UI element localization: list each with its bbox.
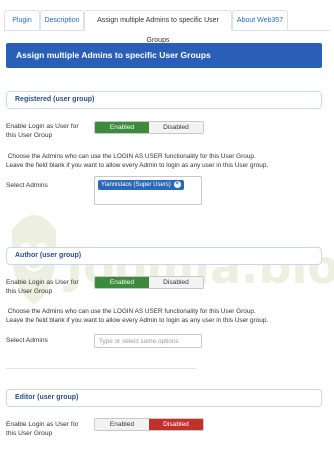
divider [6,368,196,369]
description-line1: Choose the Admins who can use the LOGIN … [7,308,256,315]
tab-bar: Plugin Description Assign multiple Admin… [4,10,330,44]
remove-chip-icon[interactable]: × [173,181,181,188]
tab-about[interactable]: About Web357 [232,10,288,30]
toggle-registered[interactable]: Enabled Disabled [94,121,204,134]
section-header: Assign multiple Admins to specific User … [6,43,322,68]
enable-label-registered: Enable Login as User for this User Group [6,123,79,139]
legend-editor: Editor (user group) [6,389,322,407]
toggle-author[interactable]: Enabled Disabled [94,276,204,289]
toggle-enabled-option[interactable]: Enabled [95,419,149,430]
description-line2: Leave the field blank if you want to all… [6,162,269,169]
select-admins-label: Select Admins [6,337,48,344]
enable-label-author: Enable Login as User for this User Group [6,279,79,295]
toggle-disabled-option[interactable]: Disabled [149,122,203,133]
tab-description[interactable]: Description [40,10,84,30]
tab-assign-admins[interactable]: Assign multiple Admins to specific User … [84,10,232,44]
selected-admin-chip: Yiannistaos (Super Users) × [98,180,184,190]
legend-registered: Registered (user group) [6,91,322,109]
toggle-disabled-option[interactable]: Disabled [149,419,203,430]
toggle-enabled-option[interactable]: Enabled [95,122,149,133]
toggle-disabled-option[interactable]: Disabled [149,277,203,288]
select-admins-registered[interactable]: Yiannistaos (Super Users) × [94,176,202,205]
legend-author: Author (user group) [6,247,322,265]
tab-plugin[interactable]: Plugin [4,10,40,30]
toggle-editor[interactable]: Enabled Disabled [94,418,204,431]
select-admins-label: Select Admins [6,182,48,189]
toggle-enabled-option[interactable]: Enabled [95,277,149,288]
select-placeholder: Type or select some options [99,338,179,345]
description-line2: Leave the field blank if you want to all… [6,317,269,324]
chip-label: Yiannistaos (Super Users) [101,182,171,188]
select-admins-author[interactable]: Type or select some options [94,334,202,348]
description-line1: Choose the Admins who can use the LOGIN … [7,153,256,160]
enable-label-editor: Enable Login as User for this User Group [6,421,79,437]
